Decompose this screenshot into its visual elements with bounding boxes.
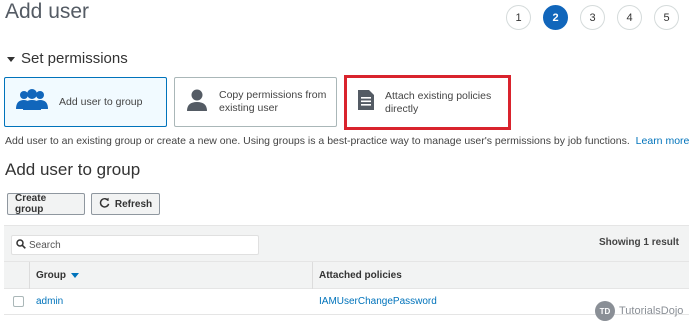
refresh-icon — [99, 197, 110, 211]
document-icon — [357, 89, 375, 116]
policy-link[interactable]: IAMUserChangePassword — [319, 296, 437, 307]
users-group-icon — [15, 88, 49, 116]
option-label: Add user to group — [59, 95, 143, 108]
step-1[interactable]: 1 — [506, 5, 531, 30]
sort-down-icon — [71, 273, 79, 278]
help-text: Add user to an existing group or create … — [5, 135, 689, 147]
option-label: Attach existing policies directly — [385, 89, 492, 115]
help-text-body: Add user to an existing group or create … — [5, 135, 630, 147]
column-header-group[interactable]: Group — [36, 270, 79, 281]
result-count: Showing 1 result — [598, 237, 679, 248]
row-checkbox[interactable] — [13, 296, 24, 307]
step-5[interactable]: 5 — [654, 5, 679, 30]
refresh-button[interactable]: Refresh — [91, 193, 160, 215]
groups-table: Showing 1 result Group Attached policies… — [4, 225, 689, 335]
option-copy-permissions[interactable]: Copy permissions from existing user — [174, 77, 337, 127]
option-label: Copy permissions from existing user — [219, 89, 327, 114]
option-attach-policies[interactable]: Attach existing policies directly — [344, 75, 511, 130]
wizard-steps: 1 2 3 4 5 — [506, 5, 679, 30]
table-toolbar: Showing 1 result — [4, 225, 689, 261]
page-title: Add user — [5, 0, 90, 23]
option-add-user-to-group[interactable]: Add user to group — [4, 77, 167, 127]
create-group-label: Create group — [15, 193, 47, 215]
group-name-link[interactable]: admin — [36, 296, 63, 307]
create-group-button[interactable]: Create group — [7, 193, 85, 215]
step-2[interactable]: 2 — [543, 5, 568, 30]
search-box[interactable] — [11, 235, 259, 255]
subsection-title: Add user to group — [5, 160, 141, 179]
column-label: Attached policies — [319, 270, 402, 281]
watermark-logo: TD — [595, 301, 615, 321]
watermark: TD TutorialsDojo — [595, 301, 683, 321]
column-label: Group — [36, 270, 66, 281]
watermark-text: TutorialsDojo — [619, 305, 684, 317]
table-row[interactable]: admin IAMUserChangePassword — [4, 289, 689, 315]
column-divider — [29, 262, 30, 289]
section-title: Set permissions — [21, 50, 128, 67]
section-header[interactable]: Set permissions — [7, 50, 128, 67]
search-input[interactable] — [29, 239, 249, 251]
column-header-attached-policies[interactable]: Attached policies — [319, 270, 402, 281]
caret-down-icon — [7, 57, 15, 62]
step-4[interactable]: 4 — [617, 5, 642, 30]
search-icon — [16, 236, 26, 254]
step-3[interactable]: 3 — [580, 5, 605, 30]
table-header: Group Attached policies — [4, 261, 689, 289]
column-divider — [312, 262, 313, 289]
user-icon — [185, 88, 209, 117]
learn-more-link[interactable]: Learn more — [636, 135, 690, 147]
refresh-label: Refresh — [114, 198, 153, 210]
